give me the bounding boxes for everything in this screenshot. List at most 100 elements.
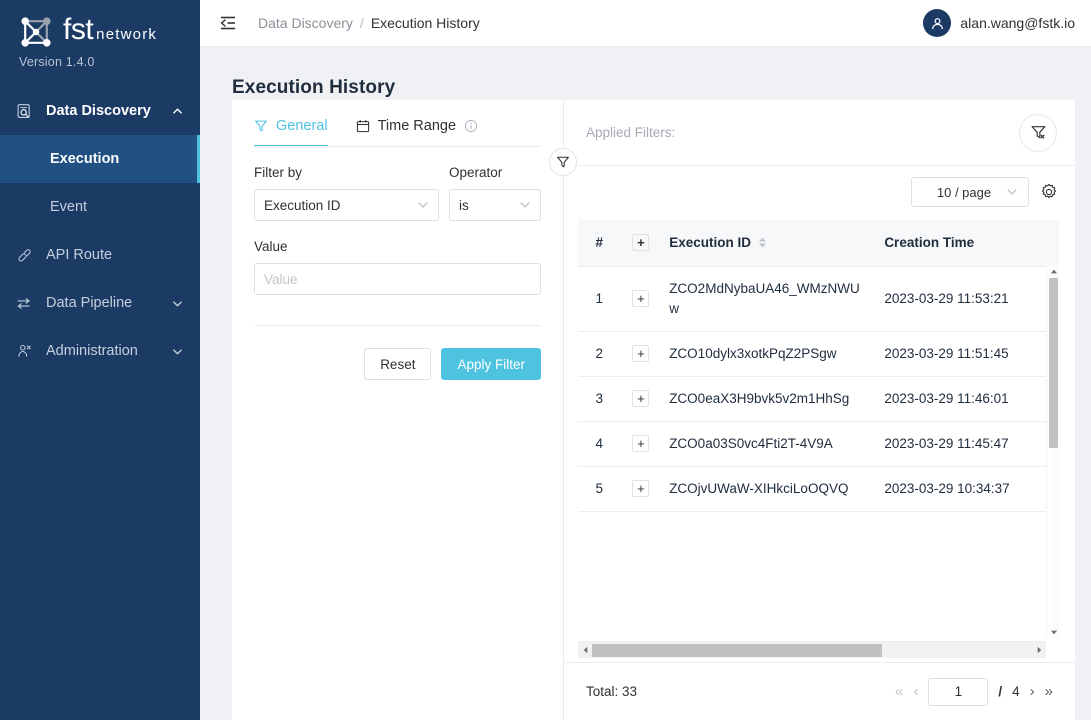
table-vertical-scrollbar[interactable] bbox=[1046, 266, 1059, 638]
scroll-down-icon[interactable] bbox=[1049, 628, 1058, 637]
tab-time-range[interactable]: Time Range bbox=[356, 118, 478, 147]
expand-all-button[interactable]: + bbox=[632, 234, 649, 251]
value-input[interactable]: Value bbox=[254, 263, 541, 295]
execution-id-text: ZCO0a03S0vc4Fti2T-4V9A bbox=[669, 436, 833, 451]
execution-id-text: ZCO0eaX3H9bvk5v2m1HhSg bbox=[669, 391, 849, 406]
filter-actions: Reset Apply Filter bbox=[254, 348, 541, 380]
page-size-select[interactable]: 10 / page bbox=[911, 177, 1029, 207]
table-scroll-container: # + Execution ID bbox=[578, 220, 1059, 658]
row-expand-button[interactable]: + bbox=[632, 345, 649, 362]
row-expand-button[interactable]: + bbox=[632, 290, 649, 307]
first-page-button[interactable]: « bbox=[895, 684, 903, 699]
sidebar-nav: Data Discovery Execution Event API Ro bbox=[0, 87, 200, 375]
sidebar-item-data-discovery[interactable]: Data Discovery bbox=[0, 87, 200, 135]
sidebar-item-api-route[interactable]: API Route bbox=[0, 231, 200, 279]
gear-icon[interactable] bbox=[1039, 182, 1059, 202]
data-discovery-icon bbox=[16, 103, 38, 120]
data-pipeline-icon bbox=[16, 295, 38, 312]
row-expand-button[interactable]: + bbox=[632, 435, 649, 452]
cell-expand: + bbox=[621, 266, 662, 331]
cell-creation-time: 2023-03-29 11:46:01 bbox=[876, 376, 1059, 421]
sidebar-item-execution[interactable]: Execution bbox=[0, 135, 200, 183]
cell-execution-id: ZCO0a03S0vc4Fti2T-4V9A bbox=[661, 421, 876, 466]
table-row[interactable]: 4 + ZCO0a03S0vc4Fti2T-4V9A 2023-03-29 11… bbox=[578, 421, 1059, 466]
filter-by-select[interactable]: Execution ID bbox=[254, 189, 439, 221]
row-expand-button[interactable]: + bbox=[632, 390, 649, 407]
breadcrumb-separator: / bbox=[360, 15, 364, 31]
col-header-creation-time: Creation Time bbox=[876, 220, 1059, 266]
filter-by-field: Filter by Execution ID bbox=[254, 165, 439, 221]
brand-name-main: fst bbox=[63, 15, 93, 45]
cell-expand: + bbox=[621, 376, 662, 421]
last-page-button[interactable]: » bbox=[1045, 684, 1053, 699]
horizontal-scroll-track[interactable] bbox=[592, 642, 1032, 659]
api-route-icon bbox=[16, 247, 38, 264]
value-input-placeholder: Value bbox=[264, 272, 298, 287]
breadcrumb-parent[interactable]: Data Discovery bbox=[258, 15, 353, 31]
reset-button[interactable]: Reset bbox=[364, 348, 431, 380]
scroll-right-icon[interactable] bbox=[1032, 646, 1046, 654]
table-row[interactable]: 1 + ZCO2MdNybaUA46_WMzNWUw 2023-03-29 11… bbox=[578, 266, 1059, 331]
col-header-execution-id: Execution ID bbox=[661, 220, 876, 266]
scroll-left-icon[interactable] bbox=[578, 646, 592, 654]
sidebar-item-event[interactable]: Event bbox=[0, 183, 200, 231]
filter-collapse-handle[interactable] bbox=[549, 148, 577, 176]
brand-name-sub: network bbox=[96, 20, 157, 50]
app-version: Version 1.4.0 bbox=[19, 55, 200, 69]
execution-table: # + Execution ID bbox=[578, 220, 1059, 512]
app-root: fstnetwork Version 1.4.0 Data Discovery bbox=[0, 0, 1091, 720]
info-circle-icon[interactable] bbox=[464, 119, 478, 133]
main-area: Data Discovery / Execution History alan.… bbox=[200, 0, 1091, 720]
user-menu[interactable]: alan.wang@fstk.io bbox=[923, 9, 1075, 37]
cell-index: 5 bbox=[578, 466, 621, 511]
chevron-up-icon[interactable] bbox=[170, 106, 184, 117]
sidebar-subitem-label: Execution bbox=[50, 151, 119, 167]
funnel-icon bbox=[254, 119, 268, 133]
execution-id-text: ZCOjvUWaW-XIHkciLoOQVQ bbox=[669, 481, 848, 496]
filter-remove-icon bbox=[1030, 124, 1047, 141]
results-panel: Applied Filters: 10 / page bbox=[564, 100, 1075, 720]
operator-field: Operator is bbox=[449, 165, 541, 221]
administration-icon bbox=[16, 343, 38, 360]
apply-filter-button[interactable]: Apply Filter bbox=[441, 348, 541, 380]
current-page-input[interactable]: 1 bbox=[928, 678, 988, 706]
sort-toggle-icon[interactable] bbox=[758, 237, 767, 248]
chevron-down-icon bbox=[417, 199, 429, 211]
applied-filters-bar: Applied Filters: bbox=[564, 100, 1075, 166]
cell-creation-time: 2023-03-29 11:53:21 bbox=[876, 266, 1059, 331]
chevron-down-icon[interactable] bbox=[170, 298, 184, 309]
chevron-down-icon bbox=[519, 199, 531, 211]
tab-general[interactable]: General bbox=[254, 118, 328, 147]
row-expand-button[interactable]: + bbox=[632, 480, 649, 497]
sidebar-item-administration[interactable]: Administration bbox=[0, 327, 200, 375]
collapse-menu-icon[interactable] bbox=[218, 13, 238, 33]
cell-creation-time: 2023-03-29 10:34:37 bbox=[876, 466, 1059, 511]
table-row[interactable]: 2 + ZCO10dylx3xotkPqZ2PSgw 2023-03-29 11… bbox=[578, 331, 1059, 376]
topbar: Data Discovery / Execution History alan.… bbox=[200, 0, 1091, 47]
tabs-underline bbox=[254, 146, 541, 147]
user-avatar-icon bbox=[923, 9, 951, 37]
table-row[interactable]: 3 + ZCO0eaX3H9bvk5v2m1HhSg 2023-03-29 11… bbox=[578, 376, 1059, 421]
chevron-down-icon[interactable] bbox=[170, 346, 184, 357]
cell-execution-id: ZCO10dylx3xotkPqZ2PSgw bbox=[661, 331, 876, 376]
user-email: alan.wang@fstk.io bbox=[960, 15, 1075, 31]
cell-index: 4 bbox=[578, 421, 621, 466]
scroll-up-icon[interactable] bbox=[1049, 267, 1058, 276]
cell-expand: + bbox=[621, 466, 662, 511]
filter-by-label: Filter by bbox=[254, 165, 439, 180]
clear-filters-button[interactable] bbox=[1019, 114, 1057, 152]
table-row[interactable]: 5 + ZCOjvUWaW-XIHkciLoOQVQ 2023-03-29 10… bbox=[578, 466, 1059, 511]
prev-page-button[interactable]: ‹ bbox=[913, 684, 918, 699]
page-title: Execution History bbox=[200, 60, 1091, 99]
horizontal-scroll-thumb[interactable] bbox=[592, 644, 882, 657]
operator-select[interactable]: is bbox=[449, 189, 541, 221]
next-page-button[interactable]: › bbox=[1030, 684, 1035, 699]
brand-logo[interactable]: fstnetwork Version 1.4.0 bbox=[0, 0, 200, 69]
tab-general-label: General bbox=[276, 118, 328, 134]
table-toolbar: 10 / page bbox=[564, 166, 1075, 218]
vertical-scroll-thumb[interactable] bbox=[1049, 278, 1058, 448]
total-pages: 4 bbox=[1012, 684, 1020, 699]
table-horizontal-scrollbar[interactable] bbox=[578, 641, 1046, 658]
sidebar-item-data-pipeline[interactable]: Data Pipeline bbox=[0, 279, 200, 327]
table-body: 1 + ZCO2MdNybaUA46_WMzNWUw 2023-03-29 11… bbox=[578, 266, 1059, 511]
